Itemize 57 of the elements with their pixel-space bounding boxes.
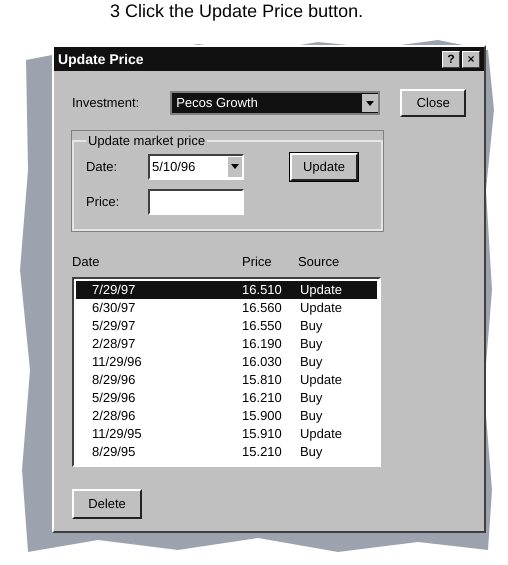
price-field[interactable]: [148, 188, 244, 214]
list-cell-text: Update: [300, 371, 342, 390]
list-cell-text: Buy: [300, 443, 322, 462]
list-cell-text: Buy: [300, 353, 322, 372]
update-button[interactable]: Update: [290, 152, 358, 180]
list-row[interactable]: 2/28/97 16.190 Buy: [76, 335, 377, 353]
list-cell-text: 8/29/96: [91, 371, 136, 390]
list-cell-text: 11/29/95: [91, 425, 143, 444]
list-row[interactable]: 11/29/95 15.910 Update: [76, 425, 377, 443]
list-cell-text: Update: [300, 425, 342, 444]
list-cell-text: Update: [300, 299, 342, 318]
list-row[interactable]: 7/29/97 16.510 Update: [76, 281, 377, 299]
delete-button[interactable]: Delete: [72, 489, 142, 519]
investment-dropdown[interactable]: Pecos Growth: [170, 91, 380, 115]
caption-text: 3 Click the Update Price button.: [110, 1, 364, 21]
close-window-button[interactable]: ×: [462, 50, 480, 68]
list-cell-text: 6/30/97: [91, 299, 136, 318]
date-dropdown[interactable]: 5/10/96: [148, 154, 244, 180]
list-cell-text: Buy: [300, 335, 322, 354]
list-cell-text: 7/29/97: [91, 281, 136, 300]
list-cell-text: Update: [300, 281, 342, 300]
group-title: Update market price: [87, 132, 206, 150]
list-cell-text: 16.510: [242, 281, 283, 300]
investment-label: Investment:: [72, 94, 140, 112]
list-row[interactable]: 2/28/96 15.900 Buy: [76, 407, 377, 425]
list-cell-text: 15.900: [242, 407, 283, 426]
list-cell-text: 16.210: [242, 389, 283, 408]
list-row[interactable]: 8/29/96 15.810 Update: [76, 371, 377, 389]
list-row[interactable]: 8/29/95 15.210 Buy: [76, 443, 377, 461]
help-button[interactable]: ?: [442, 50, 460, 68]
list-cell-text: 2/28/97: [91, 335, 136, 354]
list-row[interactable]: 6/30/97 16.560 Update: [76, 299, 377, 317]
list-cell-text: 11/29/96: [91, 353, 143, 372]
price-label: Price:: [86, 192, 120, 211]
list-cell-text: 5/29/96: [91, 389, 136, 408]
list-cell-text: 5/29/97: [91, 317, 136, 336]
list-row[interactable]: 11/29/96 16.030 Buy: [76, 353, 377, 371]
column-header[interactable]: Date: [72, 252, 242, 272]
list-cell-text: 15.910: [242, 425, 283, 444]
column-header[interactable]: Source: [298, 252, 378, 272]
list-cell-text: Buy: [300, 317, 322, 336]
list-cell-text: 15.210: [242, 443, 283, 462]
list-cell-text: 8/29/95: [91, 443, 136, 462]
close-button[interactable]: Close: [400, 89, 466, 117]
column-header[interactable]: Price: [242, 252, 298, 272]
date-label: Date:: [86, 158, 118, 176]
list-cell-text: 16.190: [242, 335, 283, 354]
list-row[interactable]: 5/29/97 16.550 Buy: [76, 317, 377, 335]
list-cell-text: Buy: [300, 389, 322, 408]
window-title: Update Price: [58, 50, 144, 69]
list-row[interactable]: 5/29/96 16.210 Buy: [76, 389, 377, 407]
list-cell-text: 2/28/96: [91, 407, 136, 426]
list-cell-text: 16.550: [242, 317, 283, 336]
list-cell-text: 16.560: [242, 299, 283, 318]
list-cell-text: 16.030: [242, 353, 283, 372]
list-cell-text: 15.810: [242, 371, 283, 390]
list-cell-text: Buy: [300, 407, 322, 426]
